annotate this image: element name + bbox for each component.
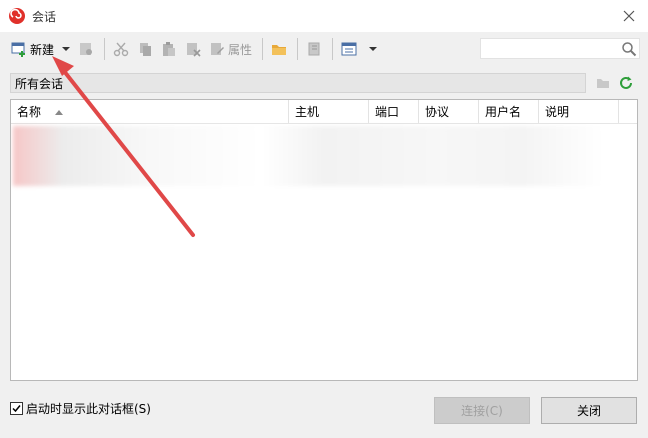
column-header-host[interactable]: 主机 (289, 100, 369, 124)
new-session-button[interactable]: 新建 (8, 37, 57, 61)
toolbar-separator (332, 38, 334, 60)
delete-icon (187, 43, 201, 57)
scissors-icon (113, 42, 129, 57)
checkbox-box[interactable] (10, 402, 23, 415)
toolbar-separator (297, 38, 299, 60)
column-header-label: 协议 (425, 105, 450, 119)
column-header-label: 主机 (295, 105, 320, 119)
copy-icon (140, 43, 152, 56)
toolbar-separator (104, 38, 106, 60)
open-session-button[interactable] (75, 37, 97, 61)
new-session-label: 新建 (30, 42, 55, 57)
show-on-startup-checkbox[interactable]: 启动时显示此对话框(S) (10, 400, 151, 417)
column-header-protocol[interactable]: 协议 (419, 100, 479, 124)
window-title: 会话 (32, 10, 57, 24)
properties-button[interactable]: 属性 (206, 37, 255, 61)
session-path-label: 所有会话 (15, 76, 64, 91)
table-row[interactable] (13, 126, 635, 186)
refresh-icon[interactable] (618, 75, 634, 91)
export-button[interactable] (303, 37, 325, 61)
list-view-icon (341, 42, 357, 56)
toolbar-separator (262, 38, 264, 60)
column-header-label: 端口 (375, 105, 400, 119)
column-header-port[interactable]: 端口 (369, 100, 419, 124)
view-mode-dropdown-button[interactable] (362, 37, 380, 61)
new-folder-button[interactable] (268, 37, 290, 61)
paste-button[interactable] (158, 37, 180, 61)
close-button[interactable]: 关闭 (541, 397, 637, 424)
new-dropdown-button[interactable] (59, 37, 73, 61)
paste-icon (163, 42, 176, 56)
title-bar: 会话 (0, 0, 648, 32)
session-path-bar: 所有会话 (10, 73, 586, 93)
column-header-description[interactable]: 说明 (539, 100, 619, 124)
view-mode-button[interactable] (338, 37, 360, 61)
open-session-icon (80, 43, 93, 55)
search-icon[interactable] (621, 41, 637, 57)
document-icon (308, 42, 320, 56)
delete-button[interactable] (182, 37, 204, 61)
close-button-label: 关闭 (576, 404, 601, 418)
up-folder-icon[interactable] (596, 76, 610, 90)
column-header-label: 用户名 (485, 105, 522, 119)
copy-button[interactable] (134, 37, 156, 61)
column-header-username[interactable]: 用户名 (479, 100, 539, 124)
checkmark-icon (12, 405, 21, 413)
new-session-icon (11, 42, 25, 57)
close-icon (623, 10, 635, 22)
show-on-startup-label: 启动时显示此对话框(S) (26, 402, 151, 416)
search-input[interactable] (481, 39, 619, 58)
cut-button[interactable] (110, 37, 132, 61)
list-header: 名称 主机 端口 协议 用户名 说明 (11, 100, 637, 124)
connect-button[interactable]: 连接(C) (434, 397, 530, 424)
chevron-down-icon (62, 47, 71, 51)
properties-label: 属性 (228, 42, 253, 57)
connect-button-label: 连接(C) (461, 404, 503, 418)
column-header-label: 说明 (545, 105, 570, 119)
chevron-down-icon (369, 47, 378, 51)
snail-logo-icon (9, 8, 25, 24)
column-header-label: 名称 (17, 105, 42, 119)
session-list[interactable]: 名称 主机 端口 协议 用户名 说明 (10, 99, 638, 381)
properties-icon (211, 43, 225, 55)
search-box (480, 38, 640, 59)
folder-icon (272, 45, 287, 55)
column-header-name[interactable]: 名称 (11, 100, 289, 124)
close-window-button[interactable] (618, 5, 640, 27)
sort-ascending-icon (54, 110, 63, 115)
